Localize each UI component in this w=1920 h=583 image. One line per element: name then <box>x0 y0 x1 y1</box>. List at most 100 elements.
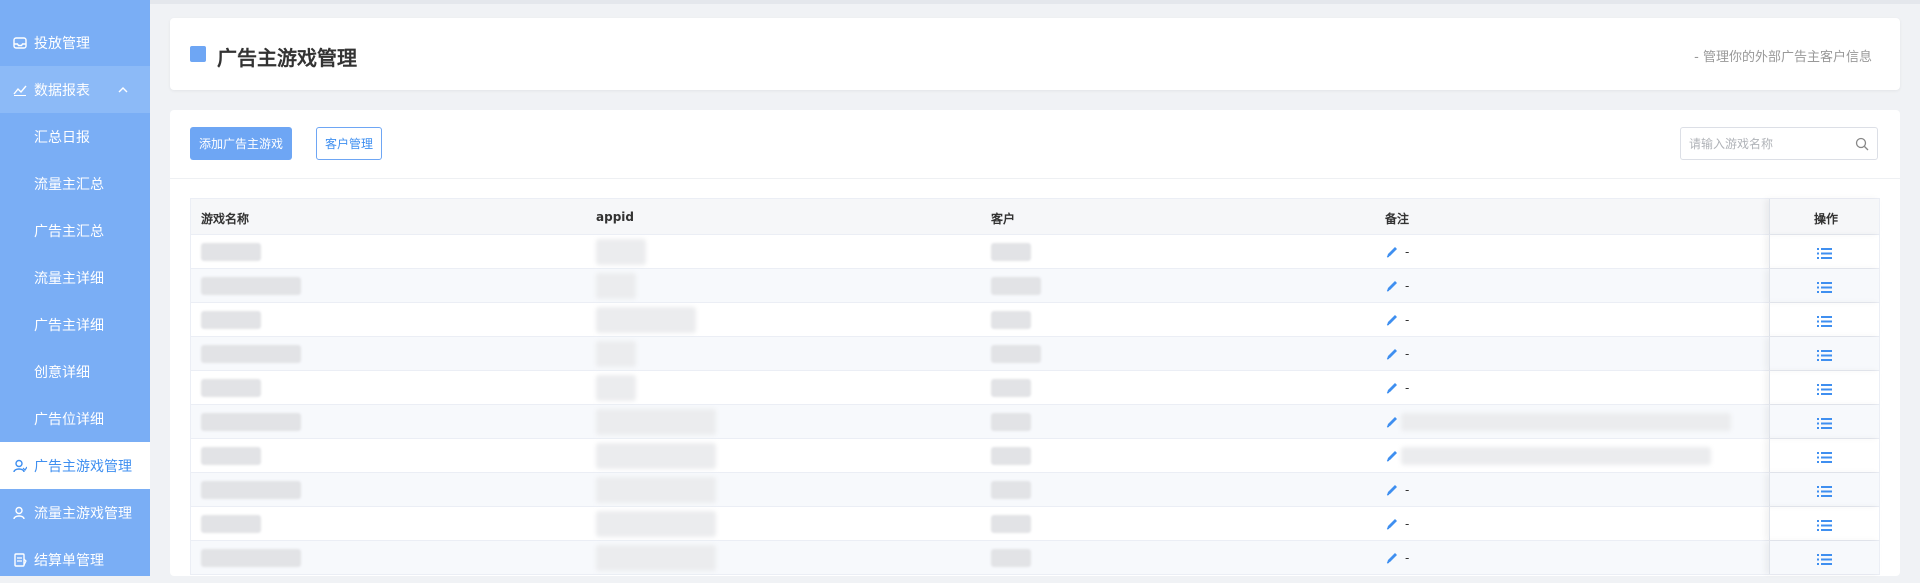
user-icon <box>12 505 28 521</box>
sidebar-item-advertiser-detail[interactable]: 广告主详细 <box>0 301 150 348</box>
edit-pencil-icon[interactable] <box>1385 449 1399 463</box>
edit-pencil-icon[interactable] <box>1385 381 1399 395</box>
redacted-game-name <box>201 549 301 567</box>
list-detail-icon[interactable] <box>1817 347 1833 366</box>
search-icon[interactable] <box>1855 136 1869 155</box>
operation-cell <box>1769 269 1881 302</box>
redacted-remark <box>1401 447 1711 465</box>
main-content: 广告主游戏管理 - 管理你的外部广告主客户信息 添加广告主游戏 客户管理 游戏名… <box>150 0 1920 576</box>
remark-text: - <box>1405 245 1410 259</box>
redacted-game-name <box>201 413 301 431</box>
operation-cell <box>1769 405 1881 438</box>
sidebar-item-label: 广告主汇总 <box>34 223 104 240</box>
redacted-game-name <box>201 277 301 295</box>
add-advertiser-game-button[interactable]: 添加广告主游戏 <box>190 127 292 160</box>
remark-text: - <box>1405 551 1410 565</box>
list-detail-icon[interactable] <box>1817 483 1833 502</box>
sidebar-item-daily-summary[interactable]: 汇总日报 <box>0 113 150 160</box>
redacted-customer <box>991 311 1031 329</box>
sidebar-item-publisher-detail[interactable]: 流量主详细 <box>0 254 150 301</box>
remark-text: - <box>1405 381 1410 395</box>
sidebar-item-adslot-detail[interactable]: 广告位详细 <box>0 395 150 442</box>
table-row: - <box>191 337 1879 371</box>
games-table: 游戏名称 appid 客户 备注 操作 - - - - - - - - <box>190 198 1880 575</box>
column-header-customer: 客户 <box>991 212 1016 226</box>
redacted-appid <box>596 375 636 401</box>
sidebar-item-label: 广告主游戏管理 <box>34 458 132 475</box>
redacted-game-name <box>201 243 261 261</box>
list-detail-icon[interactable] <box>1817 449 1833 468</box>
user-icon <box>12 458 28 474</box>
document-icon <box>12 552 28 568</box>
sidebar-item-creative-detail[interactable]: 创意详细 <box>0 348 150 395</box>
sidebar-item-publisher-games[interactable]: 流量主游戏管理 <box>0 489 150 536</box>
redacted-game-name <box>201 447 261 465</box>
remark-cell: - <box>1385 269 1409 303</box>
table-row: - <box>191 269 1879 303</box>
edit-pencil-icon[interactable] <box>1385 551 1399 565</box>
sidebar-item-label: 流量主汇总 <box>34 176 104 193</box>
redacted-game-name <box>201 311 261 329</box>
list-detail-icon[interactable] <box>1817 313 1833 332</box>
list-detail-icon[interactable] <box>1817 279 1833 298</box>
remark-cell: - <box>1385 235 1409 269</box>
edit-pencil-icon[interactable] <box>1385 245 1399 259</box>
redacted-customer <box>991 549 1031 567</box>
sidebar-item-label: 数据报表 <box>34 82 90 99</box>
edit-pencil-icon[interactable] <box>1385 517 1399 531</box>
operation-cell <box>1769 439 1881 472</box>
remark-text: - <box>1405 483 1410 497</box>
page-header: 广告主游戏管理 - 管理你的外部广告主客户信息 <box>170 18 1900 90</box>
edit-pencil-icon[interactable] <box>1385 313 1399 327</box>
remark-text: - <box>1405 313 1410 327</box>
sidebar-item-advertiser-summary[interactable]: 广告主汇总 <box>0 207 150 254</box>
remark-text: - <box>1405 517 1410 531</box>
redacted-remark <box>1401 413 1731 431</box>
remark-text: - <box>1405 347 1410 361</box>
table-row: - <box>191 235 1879 269</box>
search-box <box>1680 127 1878 160</box>
list-detail-icon[interactable] <box>1817 245 1833 264</box>
column-header-remark: 备注 <box>1385 212 1410 226</box>
list-detail-icon[interactable] <box>1817 415 1833 434</box>
sidebar-item-label: 广告位详细 <box>34 411 104 428</box>
search-input[interactable] <box>1689 135 1849 153</box>
list-detail-icon[interactable] <box>1817 551 1833 570</box>
operation-cell <box>1769 303 1881 336</box>
edit-pencil-icon[interactable] <box>1385 415 1399 429</box>
table-body: - - - - - - - - <box>191 235 1879 575</box>
sidebar-item-publisher-summary[interactable]: 流量主汇总 <box>0 160 150 207</box>
redacted-customer <box>991 243 1031 261</box>
remark-cell: - <box>1385 371 1409 405</box>
edit-pencil-icon[interactable] <box>1385 279 1399 293</box>
edit-pencil-icon[interactable] <box>1385 483 1399 497</box>
remark-cell: - <box>1385 337 1409 371</box>
operation-cell <box>1769 235 1881 268</box>
sidebar-item-label: 创意详细 <box>34 364 90 381</box>
customer-management-button[interactable]: 客户管理 <box>316 127 382 160</box>
redacted-customer <box>991 277 1041 295</box>
sidebar-item-advertiser-games[interactable]: 广告主游戏管理 <box>0 442 150 489</box>
sidebar-item-delivery[interactable]: 投放管理 <box>0 19 150 66</box>
table-row: - <box>191 473 1879 507</box>
list-detail-icon[interactable] <box>1817 517 1833 536</box>
sidebar-item-label: 流量主游戏管理 <box>34 505 132 522</box>
redacted-game-name <box>201 481 301 499</box>
operation-cell <box>1769 541 1881 574</box>
table-row: - <box>191 405 1879 439</box>
redacted-customer <box>991 413 1031 431</box>
operation-cell <box>1769 473 1881 506</box>
sidebar-item-label: 流量主详细 <box>34 270 104 287</box>
redacted-appid <box>596 477 716 503</box>
edit-pencil-icon[interactable] <box>1385 347 1399 361</box>
table-row: - <box>191 303 1879 337</box>
redacted-customer <box>991 515 1031 533</box>
remark-text: - <box>1405 279 1410 293</box>
sidebar-item-label: 结算单管理 <box>34 552 104 569</box>
table-row: - <box>191 371 1879 405</box>
redacted-appid <box>596 545 716 571</box>
list-detail-icon[interactable] <box>1817 381 1833 400</box>
operation-cell <box>1769 371 1881 404</box>
inbox-icon <box>12 35 28 51</box>
sidebar-item-reports[interactable]: 数据报表 <box>0 66 150 113</box>
